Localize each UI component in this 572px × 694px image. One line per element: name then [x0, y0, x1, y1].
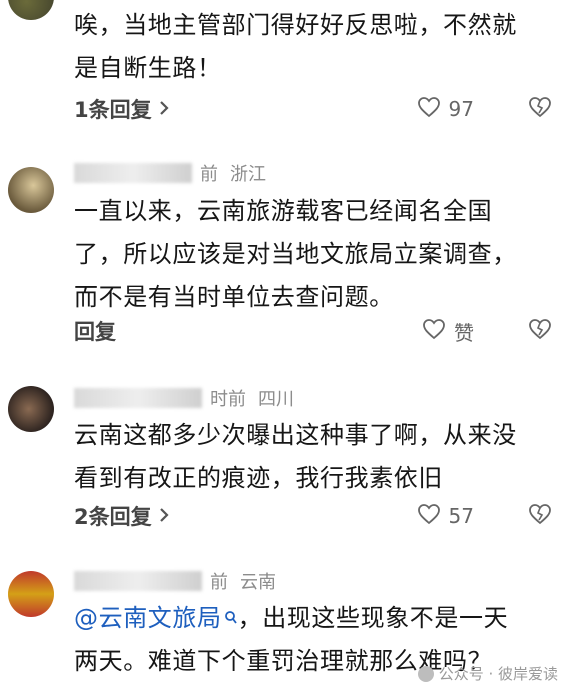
reply-label: 2条回复 [74, 505, 152, 529]
comment-actions: 回复 赞 [74, 314, 564, 348]
dislike-button[interactable] [528, 503, 552, 529]
comment-line: 了，所以应该是对当地文旅局立案调查， [74, 240, 517, 268]
avatar[interactable] [8, 167, 54, 213]
mention-text: @云南文旅局 [74, 604, 222, 632]
comment-text: 云南这都多少次曝出这种事了啊，从来没 看到有改正的痕迹，我行我素依旧 [74, 414, 564, 500]
username-redacted[interactable] [74, 571, 202, 591]
view-replies-button[interactable]: 1条回复 [74, 94, 170, 124]
watermark-text: 公众号 · 彼岸爱读 [438, 665, 558, 683]
mention-link[interactable]: @云南文旅局 [74, 604, 238, 632]
timestamp: 时前 [210, 389, 246, 410]
comment-line: @云南文旅局 ，出现这些现象不是一天 [74, 597, 564, 640]
comment-line: 看到有改正的痕迹，我行我素依旧 [74, 464, 443, 492]
like-button[interactable]: 97 [417, 96, 474, 123]
username-redacted[interactable] [74, 388, 202, 408]
comment-line: 是自断生路！ [74, 54, 222, 82]
wechat-icon [417, 665, 434, 682]
view-replies-button[interactable]: 2条回复 [74, 501, 170, 531]
search-icon [224, 597, 238, 640]
ip-region: 云南 [240, 572, 276, 593]
broken-heart-icon [528, 503, 552, 529]
watermark: 公众号 · 彼岸爱读 [417, 663, 558, 684]
ip-region: 四川 [258, 389, 294, 410]
comment-line: 云南这都多少次曝出这种事了啊，从来没 [74, 421, 517, 449]
heart-outline-icon [422, 318, 446, 345]
chevron-right-icon [158, 97, 170, 121]
avatar[interactable] [8, 0, 54, 20]
ip-region: 浙江 [230, 164, 266, 185]
like-count: 57 [448, 504, 474, 528]
comment-meta: 前 浙江 [74, 159, 266, 187]
like-button[interactable]: 赞 [422, 317, 474, 346]
reply-label: 回复 [74, 320, 116, 344]
broken-heart-icon [528, 96, 552, 122]
timestamp: 前 [210, 572, 228, 593]
comment-text-rest: ，出现这些现象不是一天 [237, 604, 509, 632]
comment-text: 一直以来，云南旅游载客已经闻名全国 了，所以应该是对当地文旅局立案调查， 而不是… [74, 190, 564, 319]
avatar[interactable] [8, 571, 54, 617]
chevron-right-icon [158, 504, 170, 528]
reply-button[interactable]: 回复 [74, 316, 116, 346]
heart-outline-icon [417, 503, 441, 530]
dislike-button[interactable] [528, 318, 552, 344]
dislike-button[interactable] [528, 96, 552, 122]
comment-line: 唉，当地主管部门得好好反思啦，不然就 [74, 11, 517, 39]
reply-label: 1条回复 [74, 98, 152, 122]
broken-heart-icon [528, 318, 552, 344]
comment-meta: 时前 四川 [74, 384, 294, 412]
like-count: 赞 [454, 320, 474, 345]
username-redacted[interactable] [74, 163, 192, 183]
comment-line: 而不是有当时单位去查问题。 [74, 283, 394, 311]
comment-actions: 1条回复 97 [74, 92, 564, 126]
comment-actions: 2条回复 57 [74, 499, 564, 533]
comment-line: 一直以来，云南旅游载客已经闻名全国 [74, 197, 493, 225]
comment-text: 唉，当地主管部门得好好反思啦，不然就 是自断生路！ [74, 4, 564, 90]
heart-outline-icon [417, 96, 441, 123]
avatar[interactable] [8, 386, 54, 432]
like-count: 97 [448, 97, 474, 121]
like-button[interactable]: 57 [417, 503, 474, 530]
timestamp: 前 [200, 164, 218, 185]
comment-meta: 前 云南 [74, 567, 276, 595]
